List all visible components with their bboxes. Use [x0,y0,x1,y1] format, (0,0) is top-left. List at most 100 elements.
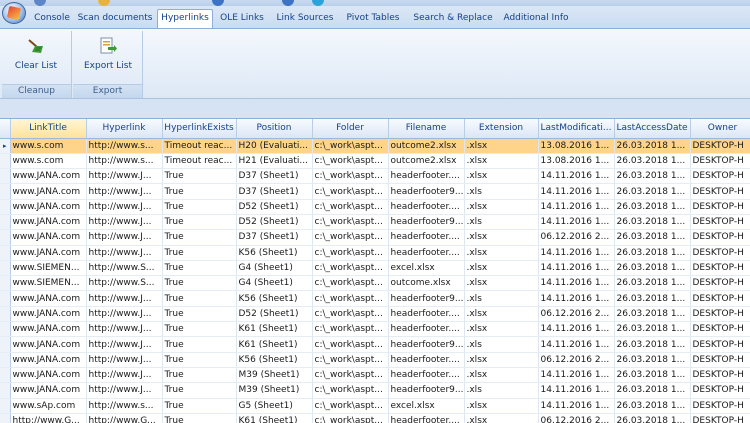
table-cell[interactable]: http://www.s... [86,138,163,154]
table-cell[interactable]: http://www.J... [86,245,163,261]
table-cell[interactable]: c:\_work\aspt... [312,306,389,323]
table-cell[interactable]: DESKTOP-H [690,199,750,215]
row-indicator[interactable] [0,153,11,170]
column-header[interactable]: Owner [690,119,750,139]
row-indicator[interactable] [0,199,11,215]
table-cell[interactable]: 13.08.2016 1... [538,138,615,154]
table-row[interactable]: www.JANA.com http://www.J... True K61 (Shee… [0,321,750,338]
table-cell[interactable]: 26.03.2018 1... [614,336,691,353]
table-cell[interactable]: 14.11.2016 1... [538,290,615,307]
table-row[interactable]: www.JANA.com http://www.J... True M39 (Shee… [0,382,750,399]
table-cell[interactable]: 14.11.2016 1... [538,321,615,338]
table-cell[interactable]: DESKTOP-H [690,275,750,292]
table-cell[interactable]: .xls [464,214,539,231]
table-cell[interactable]: .xlsx [464,260,539,277]
table-cell[interactable]: .xlsx [464,306,539,323]
table-cell[interactable]: http://www.J... [86,229,163,246]
application-menu-button[interactable] [2,2,26,24]
column-header[interactable]: HyperlinkExists [162,119,237,139]
table-cell[interactable]: www.JANA.com [10,229,87,246]
table-cell[interactable]: DESKTOP-H [690,352,750,368]
table-cell[interactable]: D52 (Sheet1) [236,214,313,231]
table-cell[interactable]: 26.03.2018 1... [614,352,691,368]
table-cell[interactable]: .xls [464,336,539,353]
row-indicator[interactable] [0,229,11,246]
row-indicator[interactable] [0,367,11,384]
table-cell[interactable]: headerfooter.... [388,168,465,185]
table-cell[interactable]: D37 (Sheet1) [236,183,313,200]
table-cell[interactable]: 26.03.2018 1... [614,382,691,399]
table-cell[interactable]: http://www.J... [86,352,163,368]
table-row[interactable]: www.SIEMEN... http://www.S... True G4 (Shee… [0,275,750,292]
table-cell[interactable]: 13.08.2016 1... [538,153,615,170]
table-cell[interactable]: DESKTOP-H [690,306,750,323]
table-cell[interactable]: True [162,275,237,292]
table-cell[interactable]: 26.03.2018 1... [614,183,691,200]
table-cell[interactable]: 26.03.2018 1... [614,321,691,338]
table-cell[interactable]: 06.12.2016 2... [538,413,615,423]
table-cell[interactable]: www.JANA.com [10,245,87,261]
row-indicator[interactable] [0,183,11,200]
table-cell[interactable]: M39 (Sheet1) [236,382,313,399]
table-cell[interactable]: 26.03.2018 1... [614,168,691,185]
table-cell[interactable]: True [162,382,237,399]
hyperlinks-grid[interactable]: LinkTitle Hyperlink HyperlinkExists Posi… [0,118,750,423]
table-cell[interactable]: .xlsx [464,153,539,170]
table-cell[interactable]: 14.11.2016 1... [538,336,615,353]
table-cell[interactable]: c:\_work\aspt... [312,138,389,154]
table-cell[interactable]: http://www.J... [86,168,163,185]
table-cell[interactable]: headerfooter9.... [388,336,465,353]
table-cell[interactable]: H21 (Evaluati... [236,153,313,170]
table-cell[interactable]: DESKTOP-H [690,214,750,231]
table-cell[interactable]: outcome2.xlsx [388,153,465,170]
table-cell[interactable]: www.JANA.com [10,183,87,200]
table-cell[interactable]: www.JANA.com [10,382,87,399]
table-cell[interactable]: DESKTOP-H [690,398,750,414]
table-cell[interactable]: True [162,168,237,185]
table-cell[interactable]: D52 (Sheet1) [236,306,313,323]
table-cell[interactable]: True [162,367,237,384]
row-indicator[interactable] [0,260,11,277]
table-cell[interactable]: K56 (Sheet1) [236,245,313,261]
table-cell[interactable]: 26.03.2018 1... [614,199,691,215]
column-header[interactable]: LastAccessDate [614,119,691,139]
table-cell[interactable]: G5 (Sheet1) [236,398,313,414]
table-cell[interactable]: DESKTOP-H [690,290,750,307]
table-cell[interactable]: True [162,199,237,215]
table-cell[interactable]: www.s.com [10,153,87,170]
table-cell[interactable]: headerfooter.... [388,245,465,261]
table-cell[interactable]: headerfooter9.... [388,183,465,200]
table-cell[interactable]: .xls [464,382,539,399]
table-cell[interactable]: 06.12.2016 2... [538,306,615,323]
table-cell[interactable]: DESKTOP-H [690,382,750,399]
table-row[interactable]: www.JANA.com http://www.J... True M39 (Shee… [0,367,750,384]
table-cell[interactable]: headerfooter.... [388,321,465,338]
table-cell[interactable]: DESKTOP-H [690,260,750,277]
table-row[interactable]: www.JANA.com http://www.J... True D52 (Shee… [0,214,750,231]
row-indicator[interactable] [0,321,11,338]
table-cell[interactable]: http://www.J... [86,336,163,353]
table-cell[interactable]: True [162,321,237,338]
table-cell[interactable]: 26.03.2018 1... [614,275,691,292]
table-cell[interactable]: headerfooter.... [388,306,465,323]
table-cell[interactable]: True [162,183,237,200]
table-cell[interactable]: K61 (Sheet1) [236,321,313,338]
table-cell[interactable]: 14.11.2016 1... [538,199,615,215]
table-cell[interactable]: .xlsx [464,275,539,292]
table-cell[interactable]: 26.03.2018 1... [614,367,691,384]
table-cell[interactable]: outcome2.xlsx [388,138,465,154]
table-cell[interactable]: 14.11.2016 1... [538,260,615,277]
table-cell[interactable]: .xlsx [464,138,539,154]
table-cell[interactable]: c:\_work\aspt... [312,321,389,338]
table-cell[interactable]: 14.11.2016 1... [538,214,615,231]
row-indicator[interactable] [0,275,11,292]
table-cell[interactable]: 26.03.2018 1... [614,153,691,170]
row-indicator[interactable] [0,336,11,353]
table-cell[interactable]: DESKTOP-H [690,183,750,200]
column-header[interactable]: Filename [388,119,465,139]
table-cell[interactable]: http://www.S... [86,260,163,277]
table-cell[interactable]: www.JANA.com [10,290,87,307]
table-cell[interactable]: 26.03.2018 1... [614,229,691,246]
table-cell[interactable]: True [162,290,237,307]
table-cell[interactable]: c:\_work\aspt... [312,199,389,215]
